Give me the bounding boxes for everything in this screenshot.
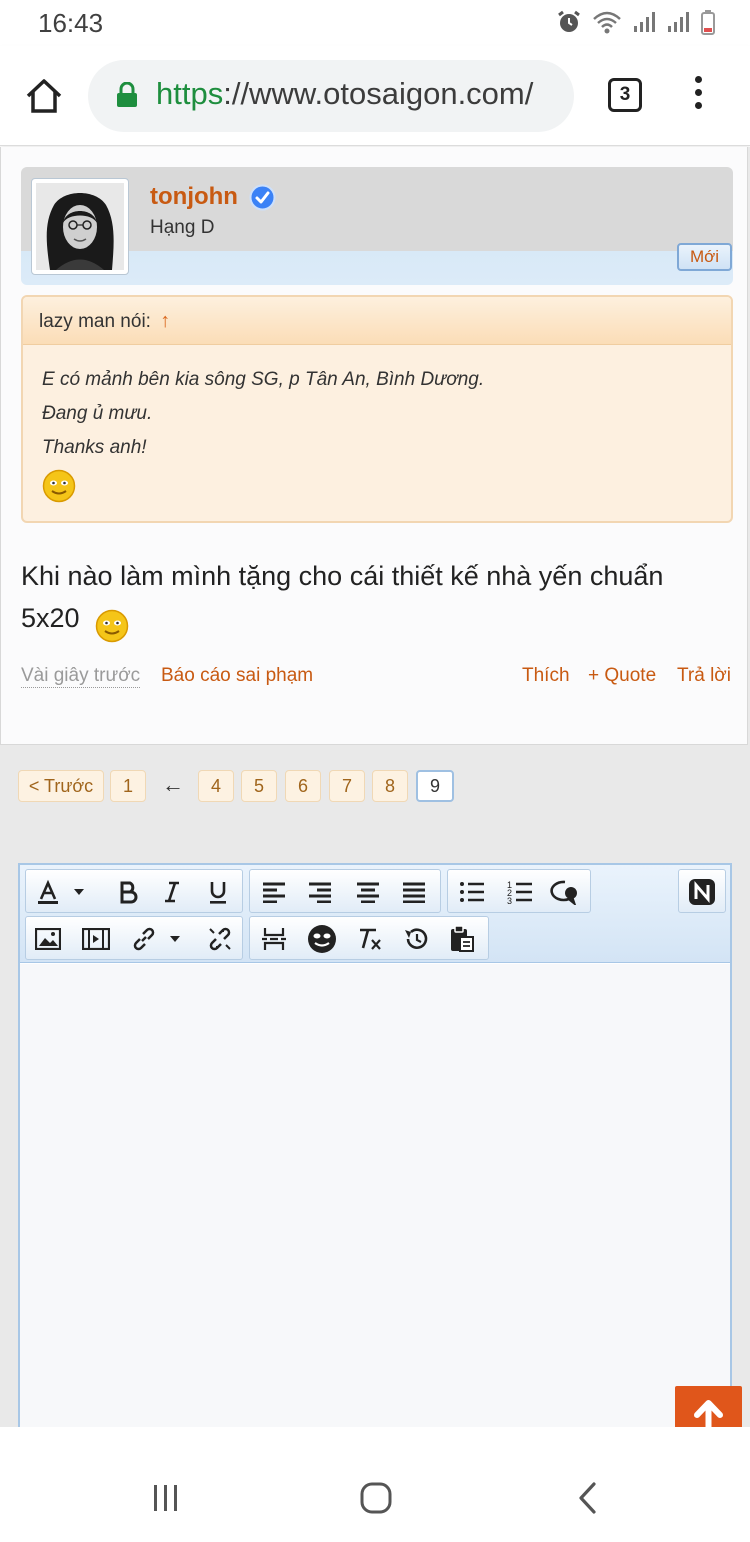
post-text-line: 5x20 <box>21 603 80 634</box>
align-left-icon[interactable] <box>258 876 290 908</box>
dropdown-icon[interactable] <box>70 876 88 908</box>
screen: { "status_bar": { "time": "16:43" }, "br… <box>0 0 750 1542</box>
align-center-icon[interactable] <box>352 876 384 908</box>
quote-link[interactable]: + Quote <box>588 665 656 687</box>
smilie-icon[interactable] <box>306 923 338 955</box>
post-footer: Vài giây trước Báo cáo sai phạm Thích + … <box>21 665 733 691</box>
post-author-header: tonjohn Hạng D Mới <box>21 167 733 285</box>
tab-switcher-button[interactable]: 3 <box>608 78 642 112</box>
url-text: https://www.otosaigon.com/ <box>156 76 533 112</box>
post-text-size: 5x20 <box>21 603 80 633</box>
home-icon[interactable] <box>22 74 66 118</box>
justify-icon[interactable] <box>398 876 430 908</box>
toolbar-group-insert <box>25 916 243 960</box>
avatar-image <box>36 183 124 270</box>
link-icon[interactable] <box>128 923 160 955</box>
toolbar-group-align <box>249 869 441 913</box>
quote-author-text: lazy man nói: <box>39 311 151 332</box>
quote-jump-arrow-icon[interactable]: ↑ <box>160 310 170 332</box>
new-badge: Mới <box>677 243 732 271</box>
recent-apps-icon[interactable] <box>150 1483 182 1513</box>
toolbar-group-lists: 123 <box>447 869 591 913</box>
overflow-menu-icon[interactable] <box>690 76 706 116</box>
signal-icon-1 <box>634 12 655 32</box>
alarm-icon <box>558 10 580 32</box>
like-link[interactable]: Thích <box>522 665 570 687</box>
svg-text:3: 3 <box>507 896 512 905</box>
quote-author: lazy man nói: ↑ <box>39 310 170 333</box>
page-button[interactable]: 7 <box>329 770 365 802</box>
page-break-icon[interactable] <box>258 923 290 955</box>
status-icons <box>556 8 716 36</box>
url-bar[interactable]: https://www.otosaigon.com/ <box>88 60 574 132</box>
status-bar: 16:43 <box>0 0 750 46</box>
page-button[interactable]: 1 <box>110 770 146 802</box>
quote-header: lazy man nói: ↑ <box>23 297 731 345</box>
wifi-icon <box>593 11 621 34</box>
username-link[interactable]: tonjohn <box>150 183 238 211</box>
media-icon[interactable] <box>80 923 112 955</box>
post-card: tonjohn Hạng D Mới lazy man nói: ↑ E có … <box>0 147 748 745</box>
quote-block: lazy man nói: ↑ E có mảnh bên kia sông S… <box>21 295 733 523</box>
verified-badge-icon <box>249 184 276 211</box>
report-link[interactable]: Báo cáo sai phạm <box>161 665 313 687</box>
page-jump-arrow-icon[interactable]: ← <box>162 770 184 802</box>
lock-icon <box>117 82 137 107</box>
toolbar-group-misc <box>249 916 489 960</box>
smiley-icon <box>42 469 76 503</box>
quote-bubble-icon[interactable] <box>550 876 582 908</box>
align-right-icon[interactable] <box>304 876 336 908</box>
unlink-icon[interactable] <box>204 923 236 955</box>
image-icon[interactable] <box>32 923 64 955</box>
back-nav-icon[interactable] <box>574 1481 600 1515</box>
page-button[interactable]: 8 <box>372 770 408 802</box>
post-text-line: Khi nào làm mình tặng cho cái thiết kế n… <box>21 561 664 591</box>
toolbar-group-text <box>25 869 243 913</box>
page-content: tonjohn Hạng D Mới lazy man nói: ↑ E có … <box>0 147 750 1445</box>
paste-icon[interactable] <box>446 923 478 955</box>
signal-icon-2 <box>668 12 689 32</box>
page-button[interactable]: 5 <box>241 770 277 802</box>
reply-link[interactable]: Trả lời <box>677 665 731 687</box>
editor-text-area[interactable] <box>20 964 730 1441</box>
user-rank: Hạng D <box>150 217 215 238</box>
italic-icon[interactable] <box>156 876 188 908</box>
prev-page-button[interactable]: < Trước <box>18 770 104 802</box>
bold-icon[interactable] <box>112 876 144 908</box>
text-color-icon[interactable] <box>32 876 64 908</box>
reply-editor: 123 <box>18 863 732 1443</box>
battery-icon <box>701 10 715 35</box>
dropdown-icon[interactable] <box>166 923 184 955</box>
page-button[interactable]: 6 <box>285 770 321 802</box>
page-button[interactable]: 4 <box>198 770 234 802</box>
avatar[interactable] <box>31 178 129 275</box>
remove-format-icon[interactable] <box>354 923 386 955</box>
undo-icon[interactable] <box>400 923 432 955</box>
url-rest: ://www.otosaigon.com/ <box>223 76 534 111</box>
toggle-source-icon[interactable] <box>686 876 718 908</box>
numbered-list-icon[interactable]: 123 <box>504 876 536 908</box>
post-time-link[interactable]: Vài giây trước <box>21 665 141 688</box>
editor-toolbar: 123 <box>20 865 730 963</box>
quote-line: Thanks anh! <box>42 437 147 458</box>
url-scheme: https <box>156 76 224 111</box>
quote-line: E có mảnh bên kia sông SG, p Tân An, Bìn… <box>42 369 485 390</box>
status-time: 16:43 <box>38 8 104 38</box>
toolbar-group-source <box>678 869 726 913</box>
smiley-icon <box>95 609 129 643</box>
underline-icon[interactable] <box>202 876 234 908</box>
android-nav-bar <box>0 1427 750 1542</box>
current-page-button[interactable]: 9 <box>416 770 454 802</box>
quote-line: Đang ủ mưu. <box>42 403 153 424</box>
browser-toolbar: https://www.otosaigon.com/ 3 <box>0 46 750 146</box>
bullet-list-icon[interactable] <box>456 876 488 908</box>
home-nav-icon[interactable] <box>359 1481 393 1515</box>
